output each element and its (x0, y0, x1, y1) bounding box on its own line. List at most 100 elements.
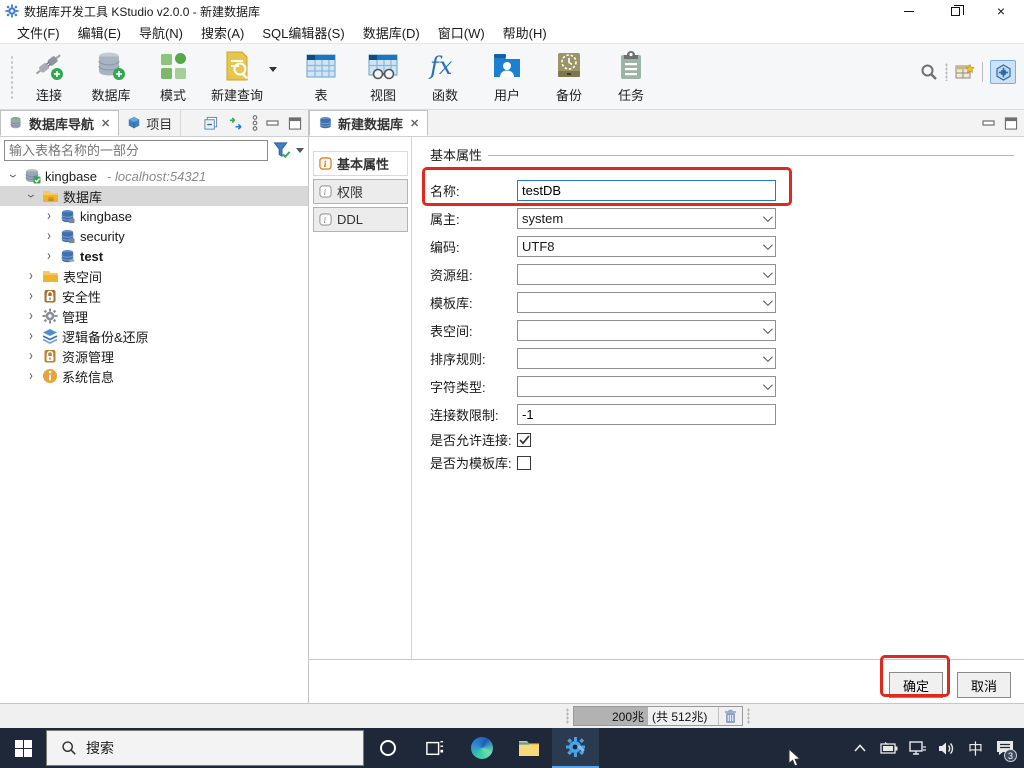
encoding-select[interactable]: UTF8 (517, 235, 776, 257)
backup-button[interactable]: 备份 (538, 48, 600, 106)
function-button[interactable]: fx 函数 (414, 48, 476, 106)
new-query-button[interactable]: 新建查询 (204, 48, 270, 106)
search-icon[interactable] (920, 63, 938, 81)
tree-item-db-security[interactable]: › security (0, 226, 308, 246)
minimize-view-icon[interactable] (266, 117, 280, 129)
ctype-select[interactable] (517, 375, 776, 397)
cancel-button[interactable]: 取消 (957, 672, 1011, 698)
tree-item-security-node[interactable]: › 安全性 (0, 286, 308, 306)
is-template-label: 是否为模板库: (430, 456, 512, 471)
menu-file[interactable]: 文件(F) (8, 21, 69, 44)
view-menu-icon[interactable] (252, 115, 258, 131)
menu-navigate[interactable]: 导航(N) (130, 21, 192, 44)
network-icon[interactable] (904, 728, 931, 768)
database-icon (61, 209, 75, 223)
name-input[interactable] (522, 182, 771, 198)
kstudio-perspective-button[interactable] (990, 60, 1016, 84)
tab-projects[interactable]: 项目 (119, 110, 182, 136)
menu-sql-editor[interactable]: SQL编辑器(S) (253, 21, 353, 44)
tray-expand-chevron[interactable] (846, 728, 873, 768)
tree-item-databases[interactable]: › 数据库 (0, 186, 308, 206)
collation-label: 排序规则: (430, 351, 486, 367)
close-window-button[interactable]: × (978, 0, 1024, 22)
side-tab-permissions[interactable]: i 权限 (313, 179, 408, 204)
edge-browser-icon[interactable] (458, 728, 505, 768)
new-connection-button[interactable]: 连接 (18, 48, 80, 106)
menu-search[interactable]: 搜索(A) (192, 21, 253, 44)
cortana-button[interactable] (364, 728, 411, 768)
heap-used-label: 200兆 (574, 707, 648, 725)
table-filter-input[interactable] (4, 139, 268, 161)
menu-help[interactable]: 帮助(H) (494, 21, 556, 44)
new-database-button[interactable]: 数据库 (80, 48, 142, 106)
connection-db-icon (25, 169, 41, 184)
user-button[interactable]: 用户 (476, 48, 538, 106)
template-db-select[interactable] (517, 291, 776, 313)
side-tab-ddl[interactable]: i DDL (313, 207, 408, 232)
schema-button[interactable]: 模式 (142, 48, 204, 106)
tree-item-management[interactable]: › 管理 (0, 306, 308, 326)
menu-window[interactable]: 窗口(W) (429, 21, 494, 44)
kstudio-taskbar-icon[interactable] (552, 728, 599, 768)
tablespace-select[interactable] (517, 319, 776, 341)
table-button[interactable]: 表 (290, 48, 352, 106)
search-icon (62, 741, 76, 755)
view-button[interactable]: 视图 (352, 48, 414, 106)
tree-item-tablespace[interactable]: › 表空间 (0, 266, 308, 286)
start-button[interactable] (0, 728, 46, 768)
schema-icon (157, 50, 189, 82)
gear-icon (42, 308, 58, 324)
link-editor-icon[interactable] (227, 116, 244, 130)
allow-connect-label: 是否允许连接: (430, 433, 512, 448)
open-perspective-icon[interactable] (955, 63, 975, 81)
database-navigator-icon (10, 117, 21, 129)
side-tab-basic-properties[interactable]: i 基本属性 (313, 151, 408, 176)
tree-item-logical-backup[interactable]: › 逻辑备份&还原 (0, 326, 308, 346)
maximize-view-icon[interactable] (288, 116, 302, 130)
tree-item-connection[interactable]: › kingbase - localhost:54321 (0, 166, 308, 186)
owner-select[interactable]: system (517, 207, 776, 229)
toolbar-label: 模式 (159, 87, 186, 103)
filter-funnel-icon[interactable] (272, 141, 292, 160)
menu-bar: 文件(F) 编辑(E) 导航(N) 搜索(A) SQL编辑器(S) 数据库(D)… (0, 22, 1024, 44)
tree-item-db-kingbase[interactable]: › kingbase (0, 206, 308, 226)
close-tab-icon[interactable]: ✕ (410, 117, 419, 130)
restore-window-button[interactable] (932, 0, 978, 22)
minimize-view-icon[interactable] (982, 117, 996, 129)
taskbar-search-box[interactable]: 搜索 (46, 730, 364, 766)
name-label: 名称: (430, 183, 460, 199)
maximize-view-icon[interactable] (1004, 116, 1018, 130)
allow-connect-checkbox[interactable] (517, 432, 531, 447)
property-side-tabs: i 基本属性 i 权限 i DDL (313, 151, 408, 235)
user-icon (490, 50, 524, 82)
new-query-dropdown[interactable] (266, 67, 280, 72)
volume-icon[interactable] (933, 728, 960, 768)
task-view-button[interactable] (411, 728, 458, 768)
run-garbage-collector-button[interactable] (718, 707, 742, 725)
connection-limit-input[interactable] (522, 406, 771, 422)
collapse-all-icon[interactable] (203, 116, 219, 131)
close-tab-icon[interactable]: ✕ (101, 117, 110, 130)
ok-button[interactable]: 确定 (889, 672, 943, 698)
minimize-window-button[interactable] (886, 0, 932, 22)
file-explorer-icon[interactable] (505, 728, 552, 768)
power-battery-icon[interactable] (875, 728, 902, 768)
action-center-icon[interactable]: 3 (991, 728, 1018, 768)
resource-group-select[interactable] (517, 263, 776, 285)
statusbar-grip (747, 708, 750, 724)
tree-item-resource-management[interactable]: › 资源管理 (0, 346, 308, 366)
svg-text:fx: fx (428, 52, 453, 80)
toolbar-label: 新建查询 (211, 87, 264, 103)
task-button[interactable]: 任务 (600, 48, 662, 106)
tab-new-database[interactable]: 新建数据库 ✕ (309, 110, 429, 136)
menu-edit[interactable]: 编辑(E) (69, 21, 130, 44)
tree-label: security (80, 228, 125, 244)
tab-database-navigator[interactable]: 数据库导航 ✕ (0, 110, 120, 136)
ime-indicator[interactable]: 中 (962, 728, 989, 768)
is-template-checkbox[interactable] (517, 455, 531, 470)
tree-item-system-info[interactable]: › 系统信息 (0, 366, 308, 386)
tree-item-db-test[interactable]: › test (0, 246, 308, 266)
collation-select[interactable] (517, 347, 776, 369)
filter-dropdown-icon[interactable] (296, 147, 304, 153)
menu-database[interactable]: 数据库(D) (354, 21, 429, 44)
